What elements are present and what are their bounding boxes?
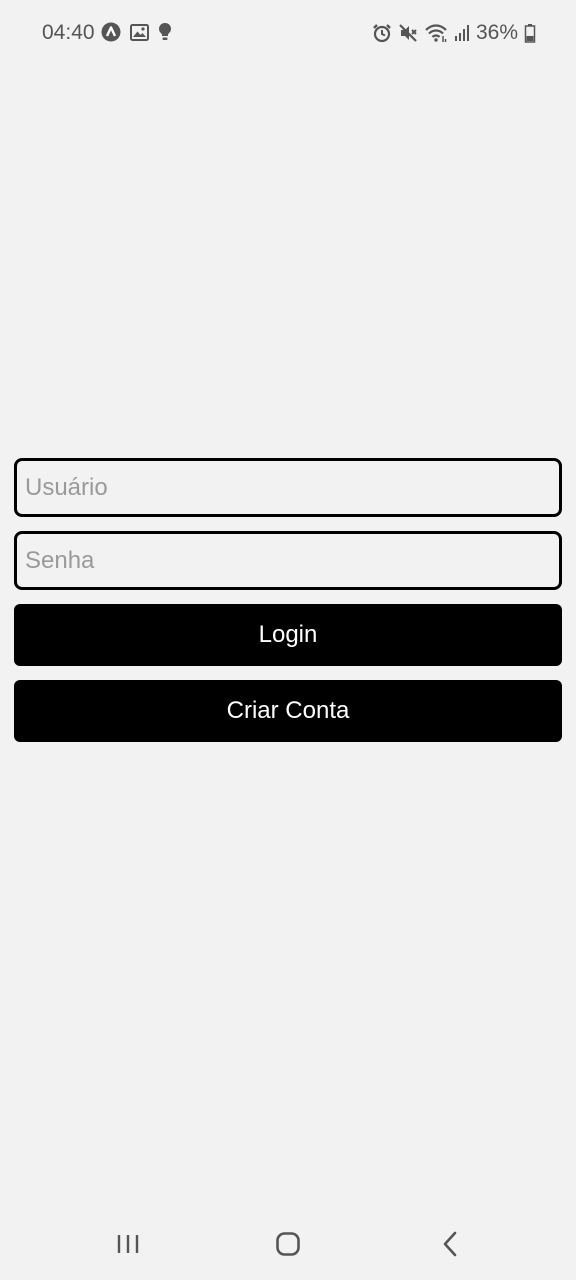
notification-icons <box>101 22 172 42</box>
create-account-button[interactable]: Criar Conta <box>14 680 562 742</box>
login-screen: 04:40 36% Usuário Login Criar Conta <box>0 0 576 1280</box>
recents-icon <box>116 1233 140 1255</box>
mute-icon <box>398 23 418 43</box>
back-icon <box>442 1231 458 1257</box>
gallery-icon <box>130 23 149 41</box>
create-account-button-label: Criar Conta <box>226 697 350 724</box>
bulb-icon <box>158 22 172 42</box>
signal-icon <box>454 24 470 42</box>
status-time: 04:40 <box>42 21 95 44</box>
wifi-icon <box>424 23 448 43</box>
login-button[interactable]: Login <box>14 604 562 666</box>
battery-percent: 36% <box>475 21 518 44</box>
navigation-bar <box>0 1210 576 1280</box>
back-button[interactable] <box>420 1222 480 1266</box>
system-icons: 36% <box>372 21 536 45</box>
status-bar: 04:40 36% <box>0 0 576 66</box>
recents-button[interactable] <box>98 1222 158 1266</box>
home-button[interactable] <box>258 1222 318 1266</box>
login-form: Login Criar Conta <box>14 458 562 742</box>
nav-app-icon <box>101 22 121 42</box>
login-button-label: Login <box>258 621 318 648</box>
battery-icon <box>524 23 536 43</box>
username-input[interactable] <box>14 458 562 517</box>
password-input[interactable] <box>14 531 562 590</box>
alarm-icon <box>372 23 392 43</box>
home-icon <box>275 1231 301 1257</box>
